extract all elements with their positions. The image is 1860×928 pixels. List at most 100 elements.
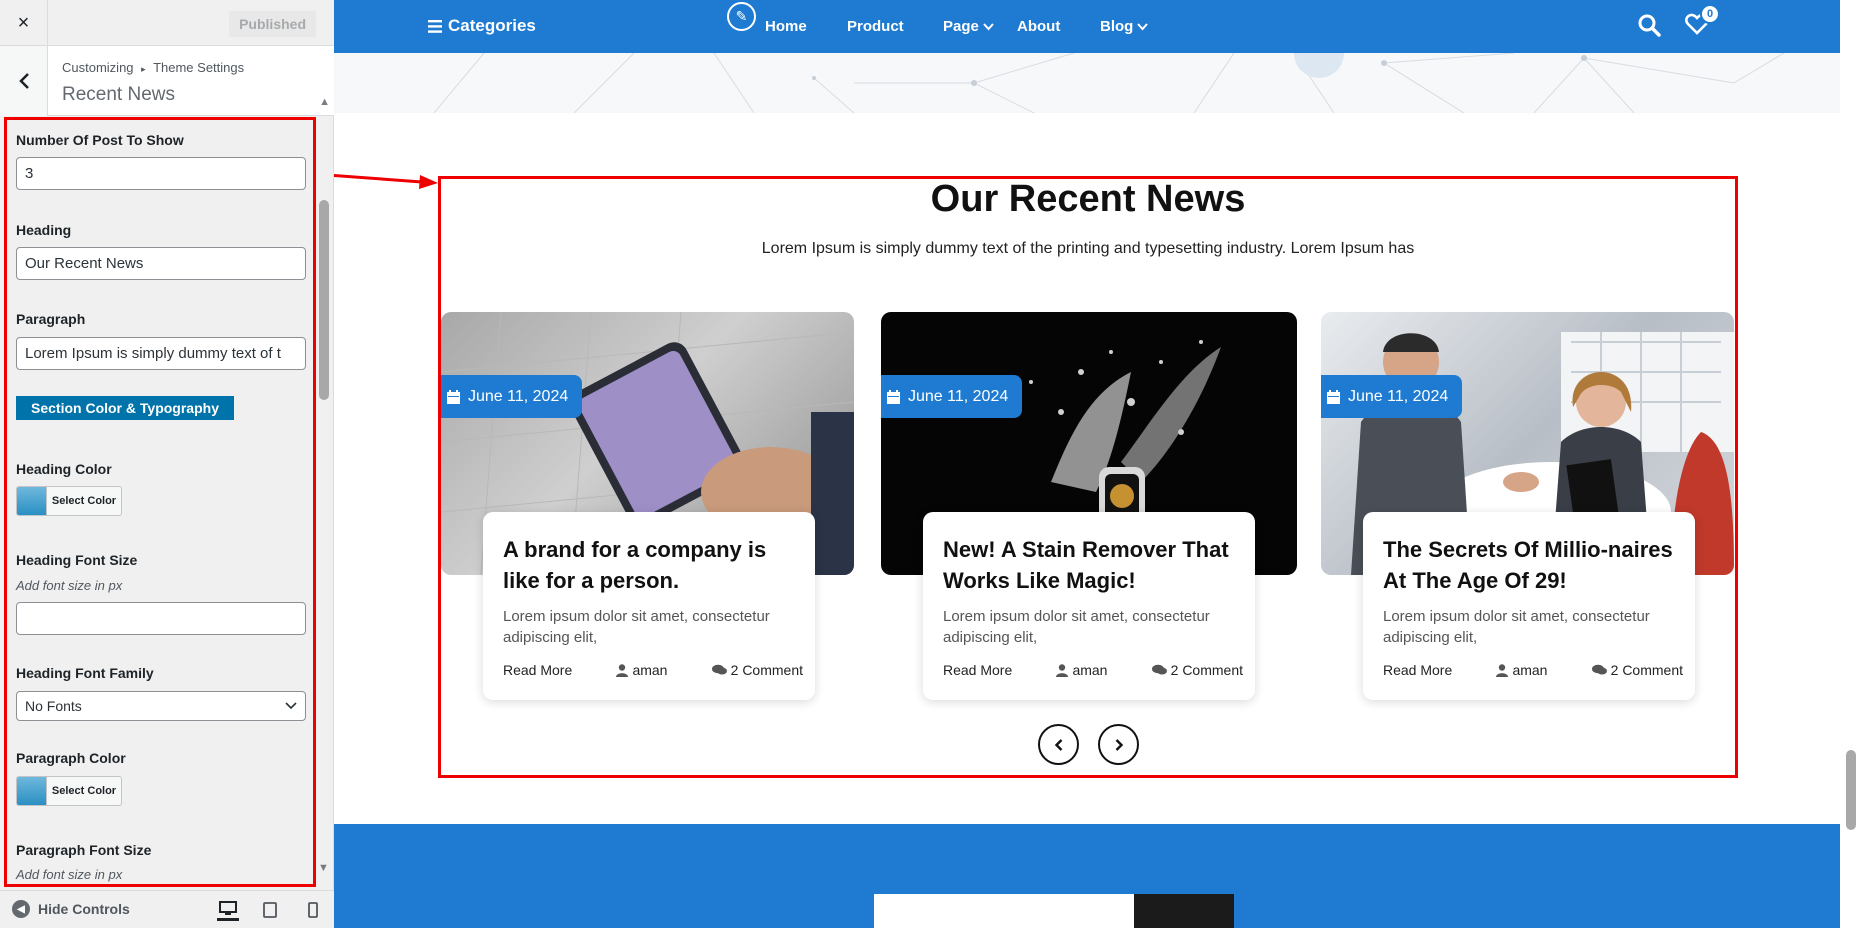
- chevron-down-icon: [983, 22, 994, 30]
- paragraph-input[interactable]: Lorem Ipsum is simply dummy text of t: [16, 337, 306, 370]
- footer-band: [334, 824, 1840, 928]
- carousel-prev-button[interactable]: [1038, 724, 1079, 765]
- wishlist-count-badge: 0: [1700, 4, 1720, 24]
- chevron-right-icon: [1115, 738, 1123, 751]
- search-icon[interactable]: [1637, 13, 1661, 37]
- heading-font-family-select[interactable]: No Fonts: [16, 691, 306, 721]
- comment-count: 2 Comment: [1170, 662, 1243, 678]
- card-meta: Read More aman 2 Comment: [503, 662, 803, 678]
- calendar-icon: [1327, 389, 1340, 404]
- card-author[interactable]: aman: [1496, 662, 1547, 678]
- scroll-up-icon[interactable]: ▲: [319, 96, 330, 108]
- card-author[interactable]: aman: [616, 662, 667, 678]
- nav-item-page[interactable]: Page: [943, 18, 994, 35]
- card-meta: Read More aman 2 Comment: [1383, 662, 1683, 678]
- paragraph-font-size-label: Paragraph Font Size: [16, 842, 152, 858]
- color-swatch: [17, 487, 46, 515]
- card-comments[interactable]: 2 Comment: [711, 662, 803, 678]
- author-name: aman: [1072, 662, 1108, 678]
- user-icon: [1056, 663, 1069, 677]
- newsletter-button[interactable]: [1134, 894, 1234, 928]
- nav-item-blog[interactable]: Blog: [1100, 18, 1149, 35]
- card-date: June 11, 2024: [908, 387, 1009, 405]
- panel-title: Recent News: [62, 84, 175, 105]
- heading-font-family-label: Heading Font Family: [16, 665, 154, 681]
- heading-input[interactable]: Our Recent News: [16, 247, 306, 280]
- heading-font-size-label: Heading Font Size: [16, 552, 138, 568]
- back-icon[interactable]: [0, 46, 48, 116]
- date-badge: June 11, 2024: [881, 375, 1023, 418]
- news-section-heading: Our Recent News: [930, 178, 1246, 220]
- read-more-link[interactable]: Read More: [943, 662, 1012, 678]
- comment-count: 2 Comment: [1610, 662, 1683, 678]
- color-swatch: [17, 777, 46, 805]
- num-posts-input[interactable]: 3: [16, 157, 306, 190]
- site-preview: Categories ✎ Home Product Page About Blo…: [334, 0, 1860, 928]
- read-more-link[interactable]: Read More: [1383, 662, 1452, 678]
- card-author[interactable]: aman: [1056, 662, 1107, 678]
- sidebar-footer: ◀ Hide Controls: [0, 890, 334, 928]
- hide-controls-icon: ◀: [12, 900, 30, 918]
- categories-label: Categories: [448, 16, 536, 35]
- breadcrumb-root: Customizing: [62, 60, 134, 75]
- hide-controls-button[interactable]: ◀ Hide Controls: [12, 900, 130, 918]
- news-card: A brand for a company is like for a pers…: [483, 512, 815, 700]
- scroll-down-icon[interactable]: ▼: [318, 862, 329, 874]
- user-icon: [616, 663, 629, 677]
- news-card: New! A Stain Remover That Works Like Mag…: [923, 512, 1255, 700]
- comments-icon: [711, 664, 727, 675]
- card-meta: Read More aman 2 Comment: [943, 662, 1243, 678]
- breadcrumb-section: Theme Settings: [153, 60, 245, 75]
- nav-product-label: Product: [847, 18, 904, 35]
- section-color-typography-button[interactable]: Section Color & Typography: [16, 396, 234, 420]
- calendar-icon: [887, 389, 900, 404]
- heading-label: Heading: [16, 222, 72, 238]
- heading-color-picker[interactable]: Select Color: [16, 486, 122, 516]
- nav-item-product[interactable]: Product: [847, 18, 904, 35]
- desktop-preview-icon[interactable]: [217, 899, 239, 921]
- read-more-link[interactable]: Read More: [503, 662, 572, 678]
- network-pattern: [433, 28, 1785, 114]
- card-comments[interactable]: 2 Comment: [1591, 662, 1683, 678]
- hamburger-icon: [428, 19, 442, 33]
- published-button[interactable]: Published: [229, 11, 316, 37]
- breadcrumb-separator: ▸: [141, 64, 146, 74]
- sidebar-header-bar: × Published: [0, 0, 334, 46]
- heading-font-size-input[interactable]: [16, 602, 306, 635]
- categories-menu[interactable]: Categories: [428, 16, 536, 36]
- card-comments[interactable]: 2 Comment: [1151, 662, 1243, 678]
- paragraph-color-picker[interactable]: Select Color: [16, 776, 122, 806]
- paragraph-label: Paragraph: [16, 311, 86, 327]
- font-family-value: No Fonts: [25, 698, 82, 714]
- date-badge: June 11, 2024: [1321, 375, 1463, 418]
- carousel-next-button[interactable]: [1098, 724, 1139, 765]
- chevron-down-icon: [1137, 22, 1149, 30]
- breadcrumb: Customizing ▸ Theme Settings: [62, 60, 244, 75]
- sidebar-scrollbar[interactable]: [319, 200, 329, 400]
- select-color-label: Select Color: [46, 777, 121, 805]
- card-date: June 11, 2024: [1348, 387, 1449, 405]
- nav-home-label: Home: [765, 18, 807, 35]
- news-section-paragraph: Lorem Ipsum is simply dummy text of the …: [761, 240, 1415, 257]
- heading-font-size-desc: Add font size in px: [16, 578, 123, 593]
- nav-item-about[interactable]: About: [1017, 18, 1060, 35]
- hide-controls-label: Hide Controls: [38, 901, 130, 917]
- date-badge: June 11, 2024: [441, 375, 583, 418]
- newsletter-input[interactable]: [874, 894, 1134, 928]
- section-header: Customizing ▸ Theme Settings Recent News…: [0, 46, 334, 116]
- nav-item-home[interactable]: Home: [765, 18, 807, 35]
- nav-about-label: About: [1017, 18, 1061, 35]
- controls-panel: Number Of Post To Show 3 Heading Our Rec…: [4, 117, 316, 887]
- preview-scrollbar[interactable]: [1846, 750, 1856, 830]
- hero-background: [334, 28, 1840, 114]
- comments-icon: [1151, 664, 1167, 675]
- author-name: aman: [632, 662, 668, 678]
- card-title[interactable]: The Secrets Of Millio-naires At The Age …: [1383, 534, 1675, 596]
- card-title[interactable]: New! A Stain Remover That Works Like Mag…: [943, 534, 1235, 596]
- mobile-preview-icon[interactable]: [302, 899, 324, 921]
- tablet-preview-icon[interactable]: [259, 899, 281, 921]
- close-icon[interactable]: ×: [0, 0, 48, 46]
- comments-icon: [1591, 664, 1607, 675]
- site-logo-pencil-icon[interactable]: ✎: [727, 2, 756, 31]
- card-title[interactable]: A brand for a company is like for a pers…: [503, 534, 795, 596]
